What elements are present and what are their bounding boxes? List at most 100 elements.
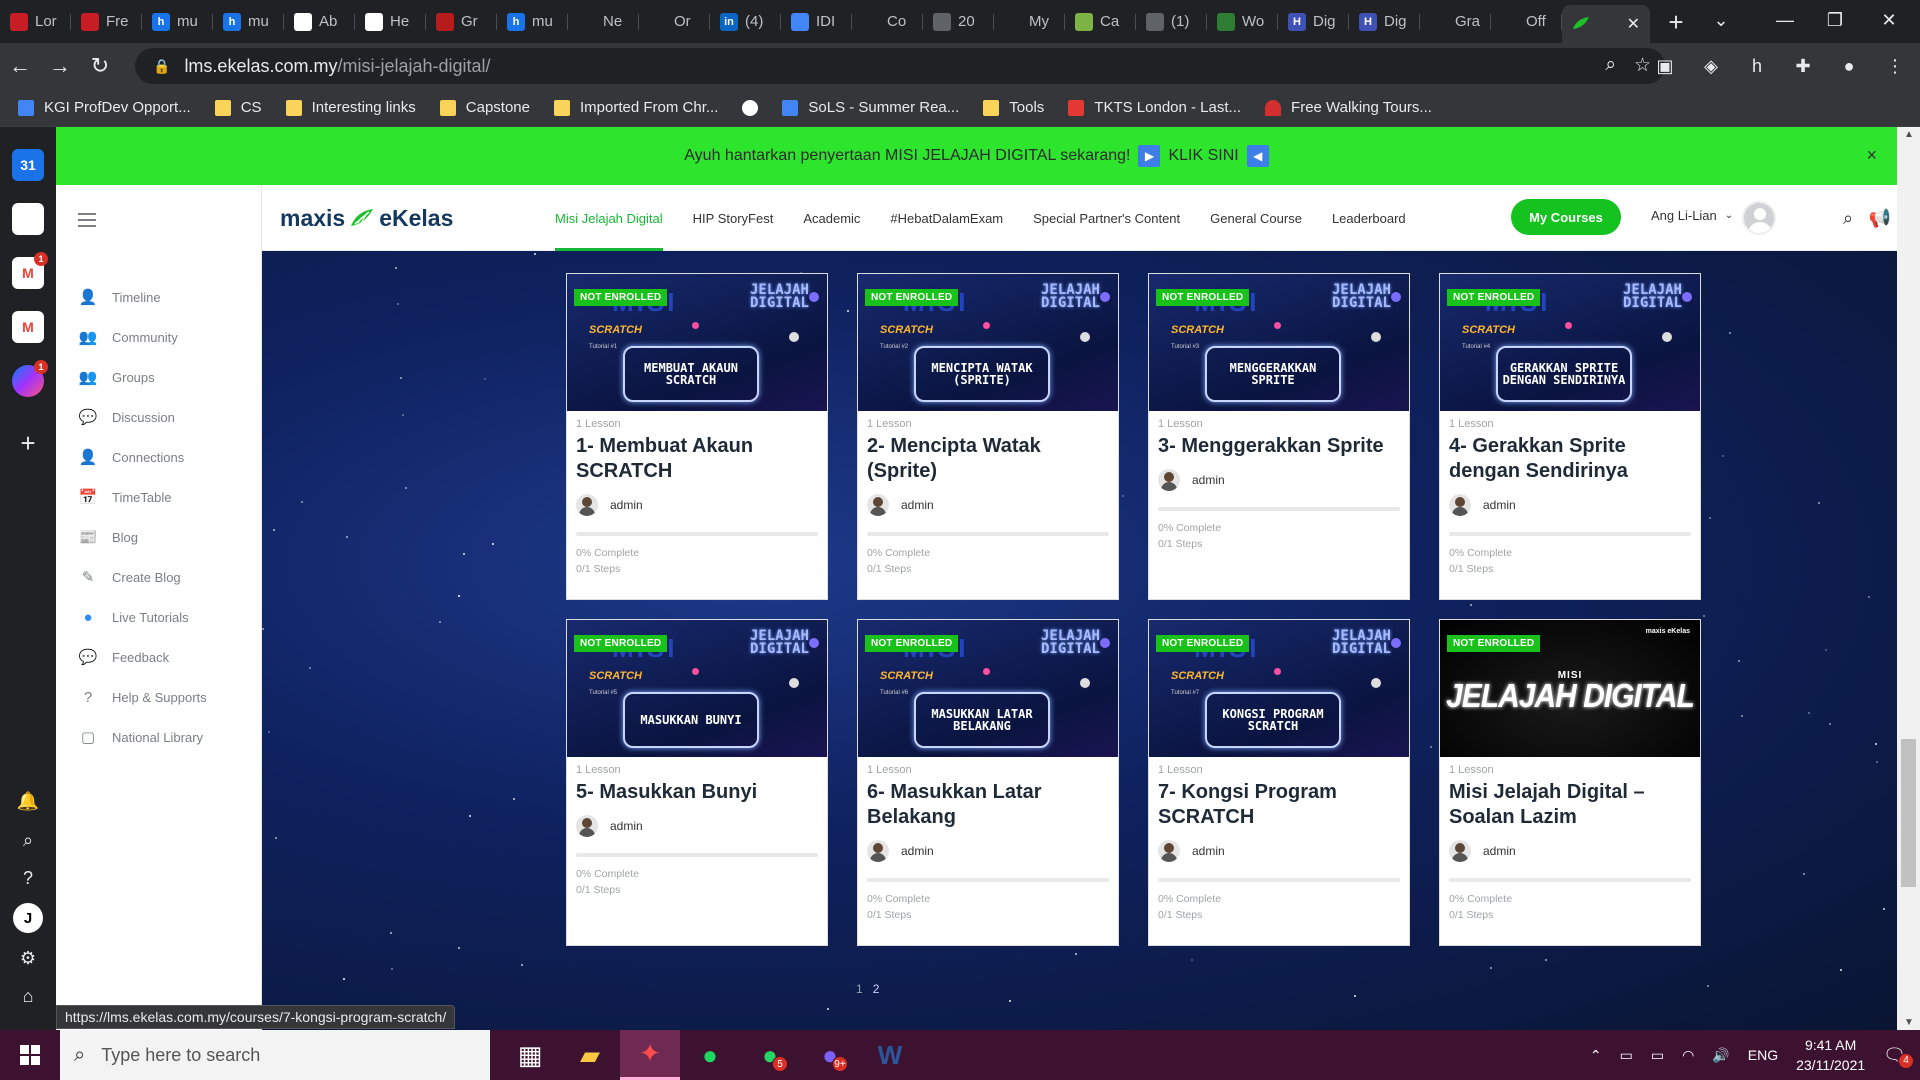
word-taskbar-icon[interactable]: W — [860, 1030, 920, 1080]
course-thumbnail[interactable]: MISIJELAJAHDIGITALSCRATCHTutorial #2MENC… — [858, 274, 1118, 411]
wifi-icon[interactable]: ◠ — [1682, 1047, 1694, 1064]
browser-tab[interactable]: in (4) — [710, 5, 781, 39]
course-title[interactable]: 3- Menggerakkan Sprite — [1158, 434, 1400, 459]
notifications-icon[interactable]: 🗨 4 — [1883, 1045, 1914, 1069]
battery-icon[interactable]: ▭ — [1651, 1047, 1664, 1064]
course-card[interactable]: MISIJELAJAHDIGITALSCRATCHTutorial #6MASU… — [857, 619, 1119, 946]
sidebar-item-timetable[interactable]: 📅 TimeTable — [78, 487, 172, 507]
tab-close-icon[interactable]: ✕ — [1627, 14, 1640, 34]
sidebar-item-create-blog[interactable]: ✎ Create Blog — [78, 567, 181, 587]
bell-icon[interactable]: 🔔 — [12, 785, 44, 817]
course-title[interactable]: 7- Kongsi Program SCRATCH — [1158, 780, 1400, 830]
page-link[interactable]: 1 — [856, 982, 863, 996]
profile-icon[interactable]: ● — [1832, 49, 1866, 83]
course-card[interactable]: MISIJELAJAHDIGITALSCRATCHTutorial #2MENC… — [857, 273, 1119, 600]
course-title[interactable]: 6- Masukkan Latar Belakang — [867, 780, 1109, 830]
browser-tab[interactable]: Gra — [1420, 5, 1491, 39]
course-title[interactable]: 4- Gerakkan Sprite dengan Sendirinya — [1449, 434, 1691, 484]
notion-app-icon[interactable] — [12, 203, 44, 235]
sidebar-item-blog[interactable]: 📰 Blog — [78, 527, 138, 547]
spotify-taskbar-icon[interactable]: ● — [680, 1030, 740, 1080]
menu-icon[interactable]: ⋮ — [1878, 49, 1912, 83]
app-red-taskbar-icon[interactable]: ✦ — [620, 1030, 680, 1080]
sidebar-item-feedback[interactable]: 💬 Feedback — [78, 647, 169, 667]
browser-tab[interactable]: Ca — [1065, 5, 1136, 39]
browser-tab[interactable]: h mu — [142, 5, 213, 39]
whatsapp-taskbar-icon[interactable]: ● 5 — [740, 1030, 800, 1080]
gmail-app-icon[interactable]: M — [12, 311, 44, 343]
search-icon[interactable]: ⌕ — [12, 824, 44, 856]
course-card[interactable]: MISIJELAJAHDIGITALSCRATCHTutorial #3MENG… — [1148, 273, 1410, 600]
megaphone-icon[interactable]: 📢 — [1869, 207, 1891, 229]
bookmark-item[interactable]: KGI ProfDev Opport... — [18, 99, 191, 116]
course-thumbnail[interactable]: MISIJELAJAHDIGITALSCRATCHTutorial #5MASU… — [567, 620, 827, 757]
taskbar-search[interactable]: ⌕ Type here to search — [60, 1030, 490, 1080]
help-icon[interactable]: ? — [12, 862, 44, 894]
close-window-button[interactable]: ✕ — [1864, 0, 1914, 40]
messenger-taskbar-icon[interactable]: ● 9+ — [800, 1030, 860, 1080]
clock[interactable]: 9:41 AM 23/11/2021 — [1796, 1035, 1865, 1075]
puzzle-icon[interactable]: ✚ — [1786, 49, 1820, 83]
sidebar-item-groups[interactable]: 👥 Groups — [78, 367, 155, 387]
course-title[interactable]: 1- Membuat Akaun SCRATCH — [576, 434, 818, 484]
course-thumbnail[interactable]: MISIJELAJAHDIGITALSCRATCHTutorial #3MENG… — [1149, 274, 1409, 411]
user-menu[interactable]: Ang Li-Lian ⌄ — [1651, 208, 1733, 223]
course-title[interactable]: Misi Jelajah Digital – Soalan Lazim — [1449, 780, 1691, 830]
new-tab-button[interactable]: + — [1658, 7, 1694, 37]
browser-tab[interactable]: He — [355, 5, 426, 39]
calendar-app-icon[interactable]: 31 — [12, 149, 44, 181]
forward-button[interactable]: → — [40, 46, 80, 86]
scroll-down-icon[interactable]: ▼ — [1904, 1017, 1914, 1028]
course-card[interactable]: MISIJELAJAHDIGITALSCRATCHTutorial #5MASU… — [566, 619, 828, 946]
browser-tab[interactable]: Gr — [426, 5, 497, 39]
messenger-app-icon[interactable]: 1 — [12, 360, 48, 397]
browser-tab[interactable]: H Dig — [1278, 5, 1349, 39]
language-indicator[interactable]: ENG — [1748, 1047, 1778, 1063]
add-app-icon[interactable]: + — [12, 427, 44, 459]
browser-tab-active[interactable]: ✕ — [1562, 5, 1650, 43]
bookmark-item[interactable]: Free Walking Tours... — [1265, 99, 1432, 116]
volume-icon[interactable]: 🔊 — [1712, 1047, 1729, 1064]
sidebar-item-timeline[interactable]: 👤 Timeline — [78, 287, 161, 307]
bookmark-item[interactable]: Interesting links — [285, 99, 416, 116]
bookmark-item[interactable]: Imported From Chr... — [554, 99, 718, 116]
scrollbar-thumb[interactable] — [1901, 739, 1916, 887]
course-author[interactable]: admin — [1158, 840, 1400, 862]
sidebar-item-live-tutorials[interactable]: ● Live Tutorials — [78, 607, 188, 627]
course-thumbnail[interactable]: MISIJELAJAHDIGITALSCRATCHTutorial #4GERA… — [1440, 274, 1700, 411]
course-card[interactable]: maxis eKelas MISI JELAJAH DIGITAL NOT ENROL… — [1439, 619, 1701, 946]
nav-link[interactable]: Academic — [788, 185, 875, 251]
minimize-button[interactable]: — — [1760, 0, 1810, 40]
course-author[interactable]: admin — [1449, 840, 1691, 862]
browser-tab[interactable]: h mu — [213, 5, 284, 39]
gmail-app-icon[interactable]: M1 — [12, 252, 48, 289]
course-card[interactable]: MISIJELAJAHDIGITALSCRATCHTutorial #4GERA… — [1439, 273, 1701, 600]
reading-list-icon[interactable]: ▣ — [1648, 49, 1682, 83]
browser-tab[interactable]: My — [994, 5, 1065, 39]
bookmark-item[interactable]: Tools — [983, 99, 1044, 116]
course-thumbnail[interactable]: MISIJELAJAHDIGITALSCRATCHTutorial #7KONG… — [1149, 620, 1409, 757]
browser-tab[interactable]: Off — [1491, 5, 1562, 39]
extension-h-icon[interactable]: h — [1740, 49, 1774, 83]
network-icon[interactable]: ▭ — [1620, 1047, 1633, 1064]
course-title[interactable]: 2- Mencipta Watak (Sprite) — [867, 434, 1109, 484]
nav-link[interactable]: General Course — [1195, 185, 1317, 251]
browser-tab[interactable]: Or — [639, 5, 710, 39]
nav-link[interactable]: HIP StoryFest — [678, 185, 789, 251]
home-icon[interactable]: ⌂ — [12, 980, 44, 1012]
course-author[interactable]: admin — [1158, 469, 1400, 491]
site-logo[interactable]: maxis eKelas — [280, 205, 453, 232]
bookmark-item[interactable]: CS — [214, 99, 262, 116]
course-card[interactable]: MISIJELAJAHDIGITALSCRATCHTutorial #7KONG… — [1148, 619, 1410, 946]
banner-close-button[interactable]: × — [1866, 145, 1877, 166]
sidebar-item-help-supports[interactable]: ? Help & Supports — [78, 687, 207, 707]
browser-tab[interactable]: H Dig — [1349, 5, 1420, 39]
course-thumbnail[interactable]: maxis eKelas MISI JELAJAH DIGITAL NOT ENROL… — [1440, 620, 1700, 757]
zoom-icon[interactable]: ⌕ — [1605, 54, 1616, 77]
bookmark-item[interactable]: SoLS - Summer Rea... — [782, 99, 959, 116]
address-bar[interactable]: 🔒 lms.ekelas.com.my/misi-jelajah-digital… — [135, 48, 1665, 84]
course-author[interactable]: admin — [867, 840, 1109, 862]
browser-tab[interactable]: Co — [852, 5, 923, 39]
extension-icon[interactable]: ◈ — [1694, 49, 1728, 83]
nav-link[interactable]: Special Partner's Content — [1018, 185, 1195, 251]
